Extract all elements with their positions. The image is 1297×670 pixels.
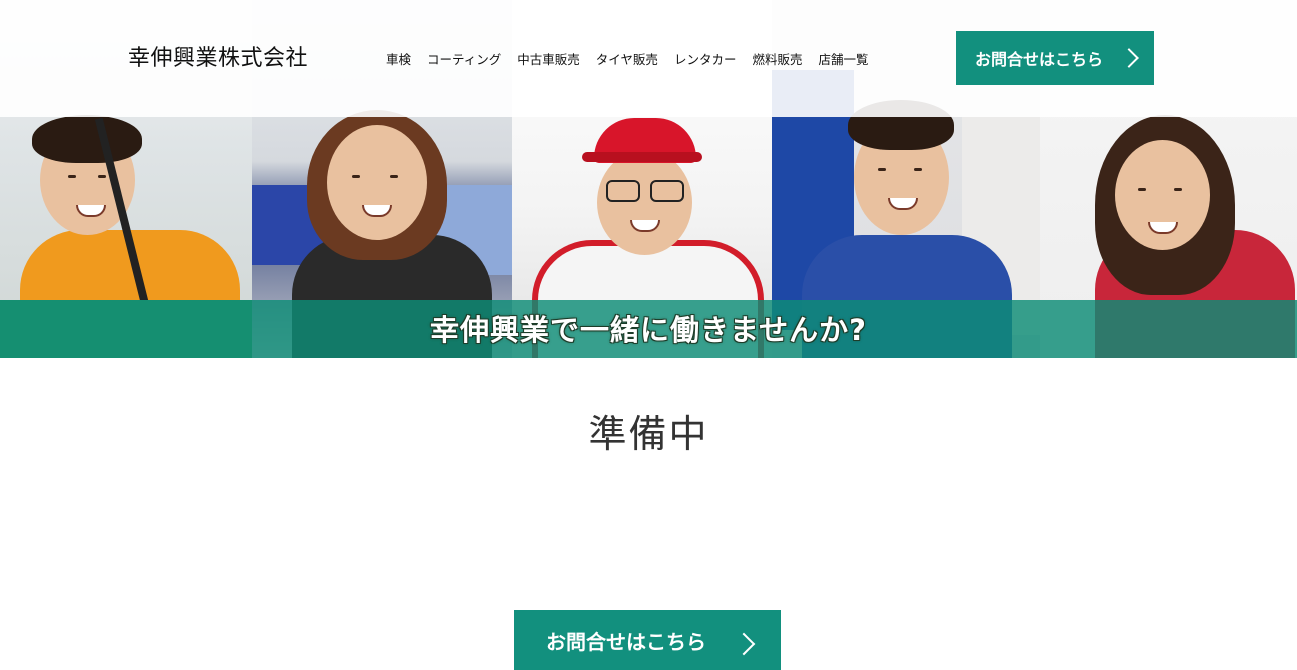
nav-rental-car[interactable]: レンタカー [674, 49, 737, 68]
nav-tire-sales[interactable]: タイヤ販売 [596, 49, 658, 68]
contact-button-label: お問合せはこちら [975, 50, 1104, 69]
chevron-right-icon [732, 632, 756, 656]
nav-store-list[interactable]: 店舗一覧 [818, 49, 868, 68]
chevron-right-icon [1119, 48, 1139, 68]
recruit-banner-text: 幸伸興業で一緒に働きませんか? [430, 313, 867, 347]
main-nav: 車検 コーティング 中古車販売 タイヤ販売 レンタカー 燃料販売 店舗一覧 [386, 49, 868, 68]
page-title: 準備中 [588, 412, 709, 456]
contact-button-main[interactable]: お問合せはこちら [514, 610, 781, 670]
nav-shaken[interactable]: 車検 [386, 49, 411, 68]
contact-button-header[interactable]: お問合せはこちら [956, 31, 1154, 85]
nav-used-car-sales[interactable]: 中古車販売 [517, 49, 580, 68]
nav-fuel-sales[interactable]: 燃料販売 [752, 49, 802, 68]
nav-coating[interactable]: コーティング [427, 49, 501, 68]
contact-button-label: お問合せはこちら [546, 629, 706, 654]
site-logo[interactable]: 幸伸興業株式会社 [128, 40, 308, 72]
